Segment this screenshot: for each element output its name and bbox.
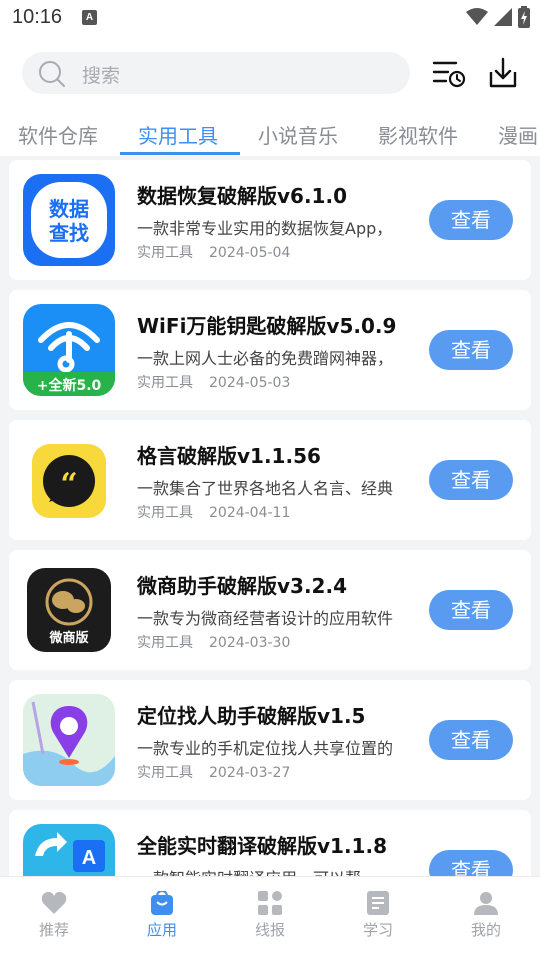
battery-icon [518, 6, 530, 28]
app-description: 一款智能实时翻译应用，可以帮 [137, 865, 407, 876]
view-button[interactable]: 查看 [429, 720, 513, 760]
download-icon[interactable] [486, 56, 520, 90]
tab-software-warehouse[interactable]: 软件仓库 [18, 120, 98, 149]
app-meta: 实用工具 2024-05-04 [137, 242, 290, 262]
app-date: 2024-03-30 [209, 635, 291, 651]
tab-novel-music[interactable]: 小说音乐 [258, 120, 338, 149]
wifi-key-icon: +全新5.0 [23, 304, 115, 396]
bag-icon [151, 891, 173, 915]
app-description: 一款专业的手机定位找人共享位置的 [137, 739, 394, 758]
app-card[interactable]: 微商版 微商助手破解版v3.2.4 一款专为微商经营者设计的应用软件 实用工具 2… [9, 550, 531, 670]
app-meta: 实用工具 2024-03-30 [137, 632, 290, 652]
app-card[interactable]: A 全能实时翻译破解版v1.1.8 一款智能实时翻译应用，可以帮 查看 [9, 810, 531, 876]
accessibility-icon: A [82, 10, 97, 25]
app-description: 一款上网人士必备的免费蹭网神器， [137, 349, 394, 368]
app-title: 格言破解版v1.1.56 [137, 444, 321, 468]
search-placeholder: 搜索 [82, 65, 121, 87]
status-bar: 10:16 A [0, 0, 540, 36]
app-category: 实用工具 [137, 505, 193, 521]
nav-profile[interactable]: 我的 [446, 891, 526, 940]
app-title: WiFi万能钥匙破解版v5.0.9 [137, 314, 397, 338]
search-icon [39, 61, 65, 87]
heart-icon [41, 891, 67, 914]
app-title: 定位找人助手破解版v1.5 [137, 704, 366, 728]
header: 搜索 软件仓库 实用工具 小说音乐 影视软件 漫画 [0, 36, 540, 156]
view-button[interactable]: 查看 [429, 460, 513, 500]
nav-learning[interactable]: 学习 [338, 891, 418, 940]
nav-label: 应用 [146, 921, 177, 939]
history-list-icon[interactable] [432, 56, 466, 90]
view-button[interactable]: 查看 [429, 200, 513, 240]
translate-icon: A [23, 824, 115, 876]
app-date: 2024-04-11 [209, 505, 291, 521]
app-title: 全能实时翻译破解版v1.1.8 [137, 834, 387, 858]
nav-label: 线报 [254, 921, 285, 939]
tab-utility-tools[interactable]: 实用工具 [138, 120, 218, 149]
svg-text:数据: 数据 [49, 197, 89, 221]
app-card[interactable]: “ 格言破解版v1.1.56 一款集合了世界各地名人名言、经典 实用工具 2024… [9, 420, 531, 540]
nav-apps[interactable]: 应用 [122, 891, 202, 940]
data-recovery-icon: 数据 查找 [23, 174, 115, 266]
app-list[interactable]: 数据 查找 数据恢复破解版v6.1.0 一款非常专业实用的数据恢复App， 实用… [0, 160, 540, 876]
app-meta: 实用工具 2024-05-03 [137, 372, 290, 392]
svg-text:+全新5.0: +全新5.0 [37, 377, 102, 394]
quote-bubble-icon: “ [23, 434, 115, 526]
status-time: 10:16 [12, 6, 63, 28]
app-category: 实用工具 [137, 765, 193, 781]
app-description: 一款非常专业实用的数据恢复App， [137, 219, 393, 238]
svg-text:微商版: 微商版 [48, 630, 88, 646]
user-icon [474, 892, 498, 915]
app-date: 2024-05-03 [209, 375, 291, 391]
app-category: 实用工具 [137, 635, 193, 651]
nav-tips[interactable]: 线报 [230, 891, 310, 940]
nav-label: 推荐 [38, 921, 69, 939]
tab-comics[interactable]: 漫画 [498, 120, 538, 149]
nav-recommend[interactable]: 推荐 [14, 891, 94, 940]
location-pin-icon [23, 694, 115, 786]
app-card[interactable]: 数据 查找 数据恢复破解版v6.1.0 一款非常专业实用的数据恢复App， 实用… [9, 160, 531, 280]
wechat-business-icon: 微商版 [23, 564, 115, 656]
view-button[interactable]: 查看 [429, 590, 513, 630]
app-category: 实用工具 [137, 245, 193, 261]
tab-video-software[interactable]: 影视软件 [378, 120, 458, 149]
view-button[interactable]: 查看 [429, 850, 513, 876]
svg-text:查找: 查找 [49, 221, 89, 245]
wifi-icon [466, 8, 488, 25]
svg-text:A: A [82, 847, 96, 869]
nav-label: 我的 [470, 921, 501, 939]
book-icon [367, 891, 389, 915]
grid-icon [258, 891, 282, 915]
app-title: 数据恢复破解版v6.1.0 [137, 184, 347, 208]
app-description: 一款专为微商经营者设计的应用软件 [137, 609, 394, 628]
category-tabs: 软件仓库 实用工具 小说音乐 影视软件 漫画 [0, 116, 540, 156]
nav-label: 学习 [362, 921, 393, 939]
svg-text:“: “ [60, 467, 77, 502]
bottom-nav: 推荐 应用 线报 学习 我的 [0, 876, 540, 960]
search-bar[interactable]: 搜索 [22, 52, 410, 94]
app-meta: 实用工具 2024-04-11 [137, 502, 290, 522]
signal-icon [494, 8, 512, 26]
system-icons [466, 6, 530, 28]
app-date: 2024-05-04 [209, 245, 291, 261]
app-meta: 实用工具 2024-03-27 [137, 762, 290, 782]
app-category: 实用工具 [137, 375, 193, 391]
view-button[interactable]: 查看 [429, 330, 513, 370]
app-date: 2024-03-27 [209, 765, 291, 781]
app-card[interactable]: +全新5.0 WiFi万能钥匙破解版v5.0.9 一款上网人士必备的免费蹭网神器… [9, 290, 531, 410]
app-description: 一款集合了世界各地名人名言、经典 [137, 479, 394, 498]
app-title: 微商助手破解版v3.2.4 [137, 574, 347, 598]
app-card[interactable]: 定位找人助手破解版v1.5 一款专业的手机定位找人共享位置的 实用工具 2024-… [9, 680, 531, 800]
active-tab-indicator [120, 152, 240, 155]
